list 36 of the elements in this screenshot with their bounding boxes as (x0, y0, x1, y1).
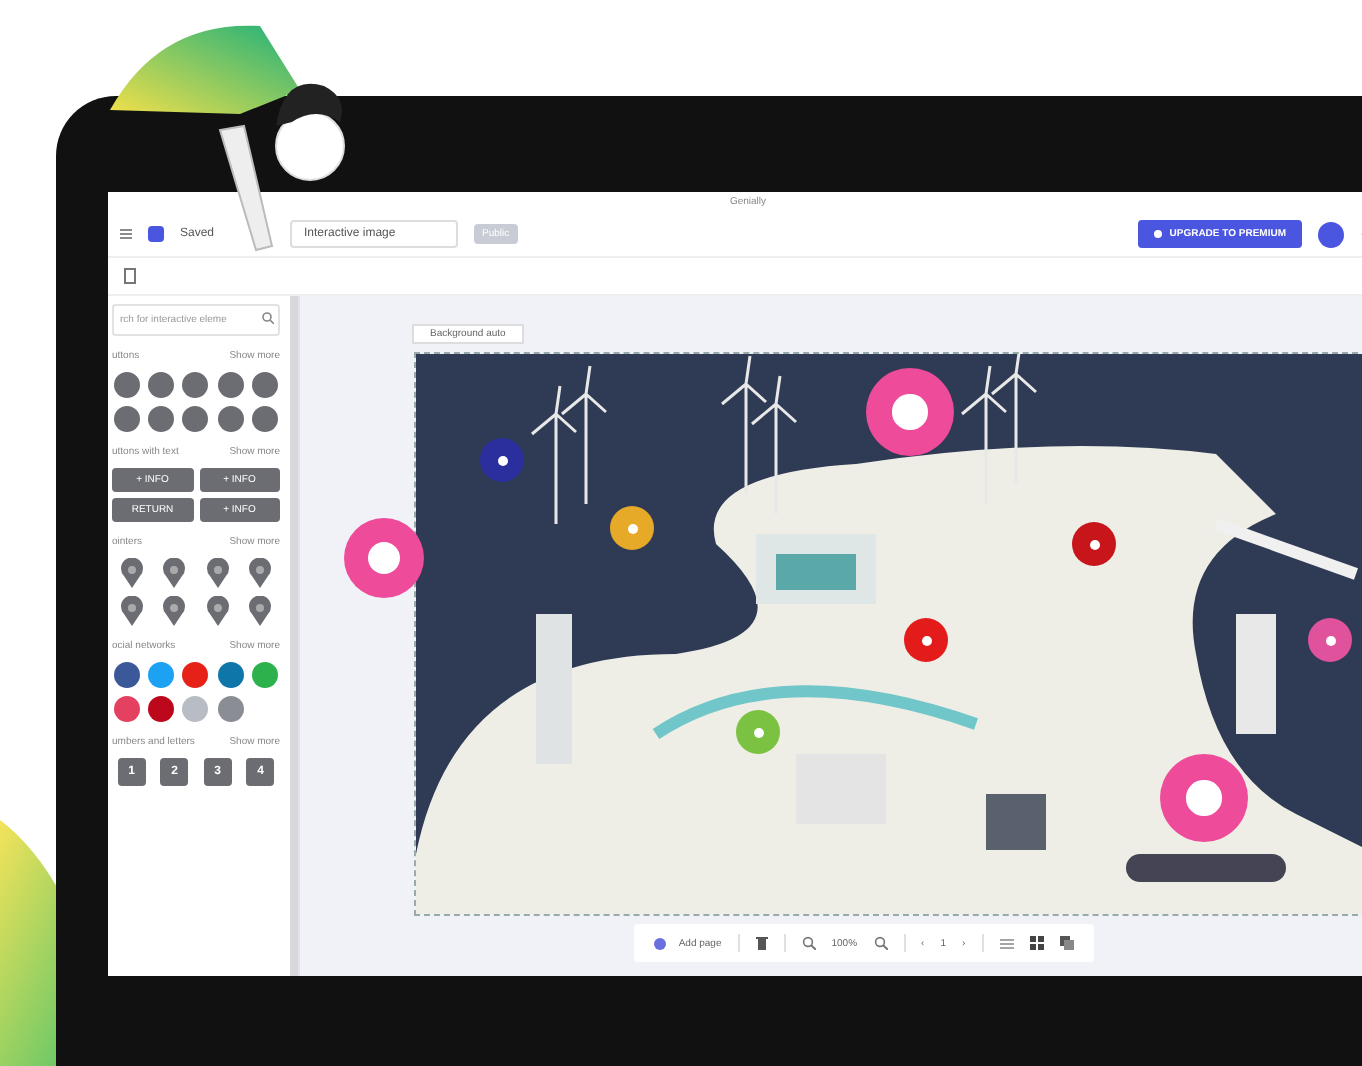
pin-icon[interactable] (119, 558, 144, 588)
button-icon[interactable] (148, 372, 175, 398)
button-icon[interactable] (251, 406, 278, 432)
social-icon[interactable] (148, 662, 175, 688)
social-icon[interactable] (217, 662, 244, 688)
pin-icon[interactable] (205, 596, 230, 626)
avatar-icon[interactable] (1318, 221, 1344, 247)
social-icon[interactable] (217, 696, 244, 722)
logo-icon (148, 226, 164, 242)
button-icon[interactable] (148, 406, 175, 432)
button-icon[interactable] (251, 372, 278, 398)
pin-icon[interactable] (162, 596, 187, 626)
layers-icon[interactable] (1059, 936, 1074, 950)
trash-icon[interactable] (755, 936, 768, 950)
button-icon[interactable] (114, 372, 141, 398)
social-icon[interactable] (148, 696, 175, 722)
button-icon[interactable] (114, 406, 141, 432)
menu-icon[interactable] (120, 228, 132, 240)
pin-icon[interactable] (162, 558, 187, 588)
search-icon (262, 312, 274, 324)
pin-icon[interactable] (119, 596, 144, 626)
button-icon[interactable] (182, 372, 209, 398)
pin-icon[interactable] (248, 596, 273, 626)
zoom-out-icon[interactable] (801, 936, 816, 950)
button-icon[interactable] (217, 372, 244, 398)
button-icon[interactable] (217, 406, 244, 432)
page-icon[interactable] (124, 268, 136, 284)
pin-icon[interactable] (248, 558, 273, 588)
grid-icon[interactable] (1029, 936, 1044, 950)
pin-icon[interactable] (205, 558, 230, 588)
button-icon[interactable] (182, 406, 209, 432)
zoom-in-icon[interactable] (873, 936, 888, 950)
hotspot-icon[interactable] (344, 518, 424, 598)
social-icon[interactable] (114, 662, 141, 688)
social-icon[interactable] (182, 662, 209, 688)
social-icon[interactable] (114, 696, 141, 722)
